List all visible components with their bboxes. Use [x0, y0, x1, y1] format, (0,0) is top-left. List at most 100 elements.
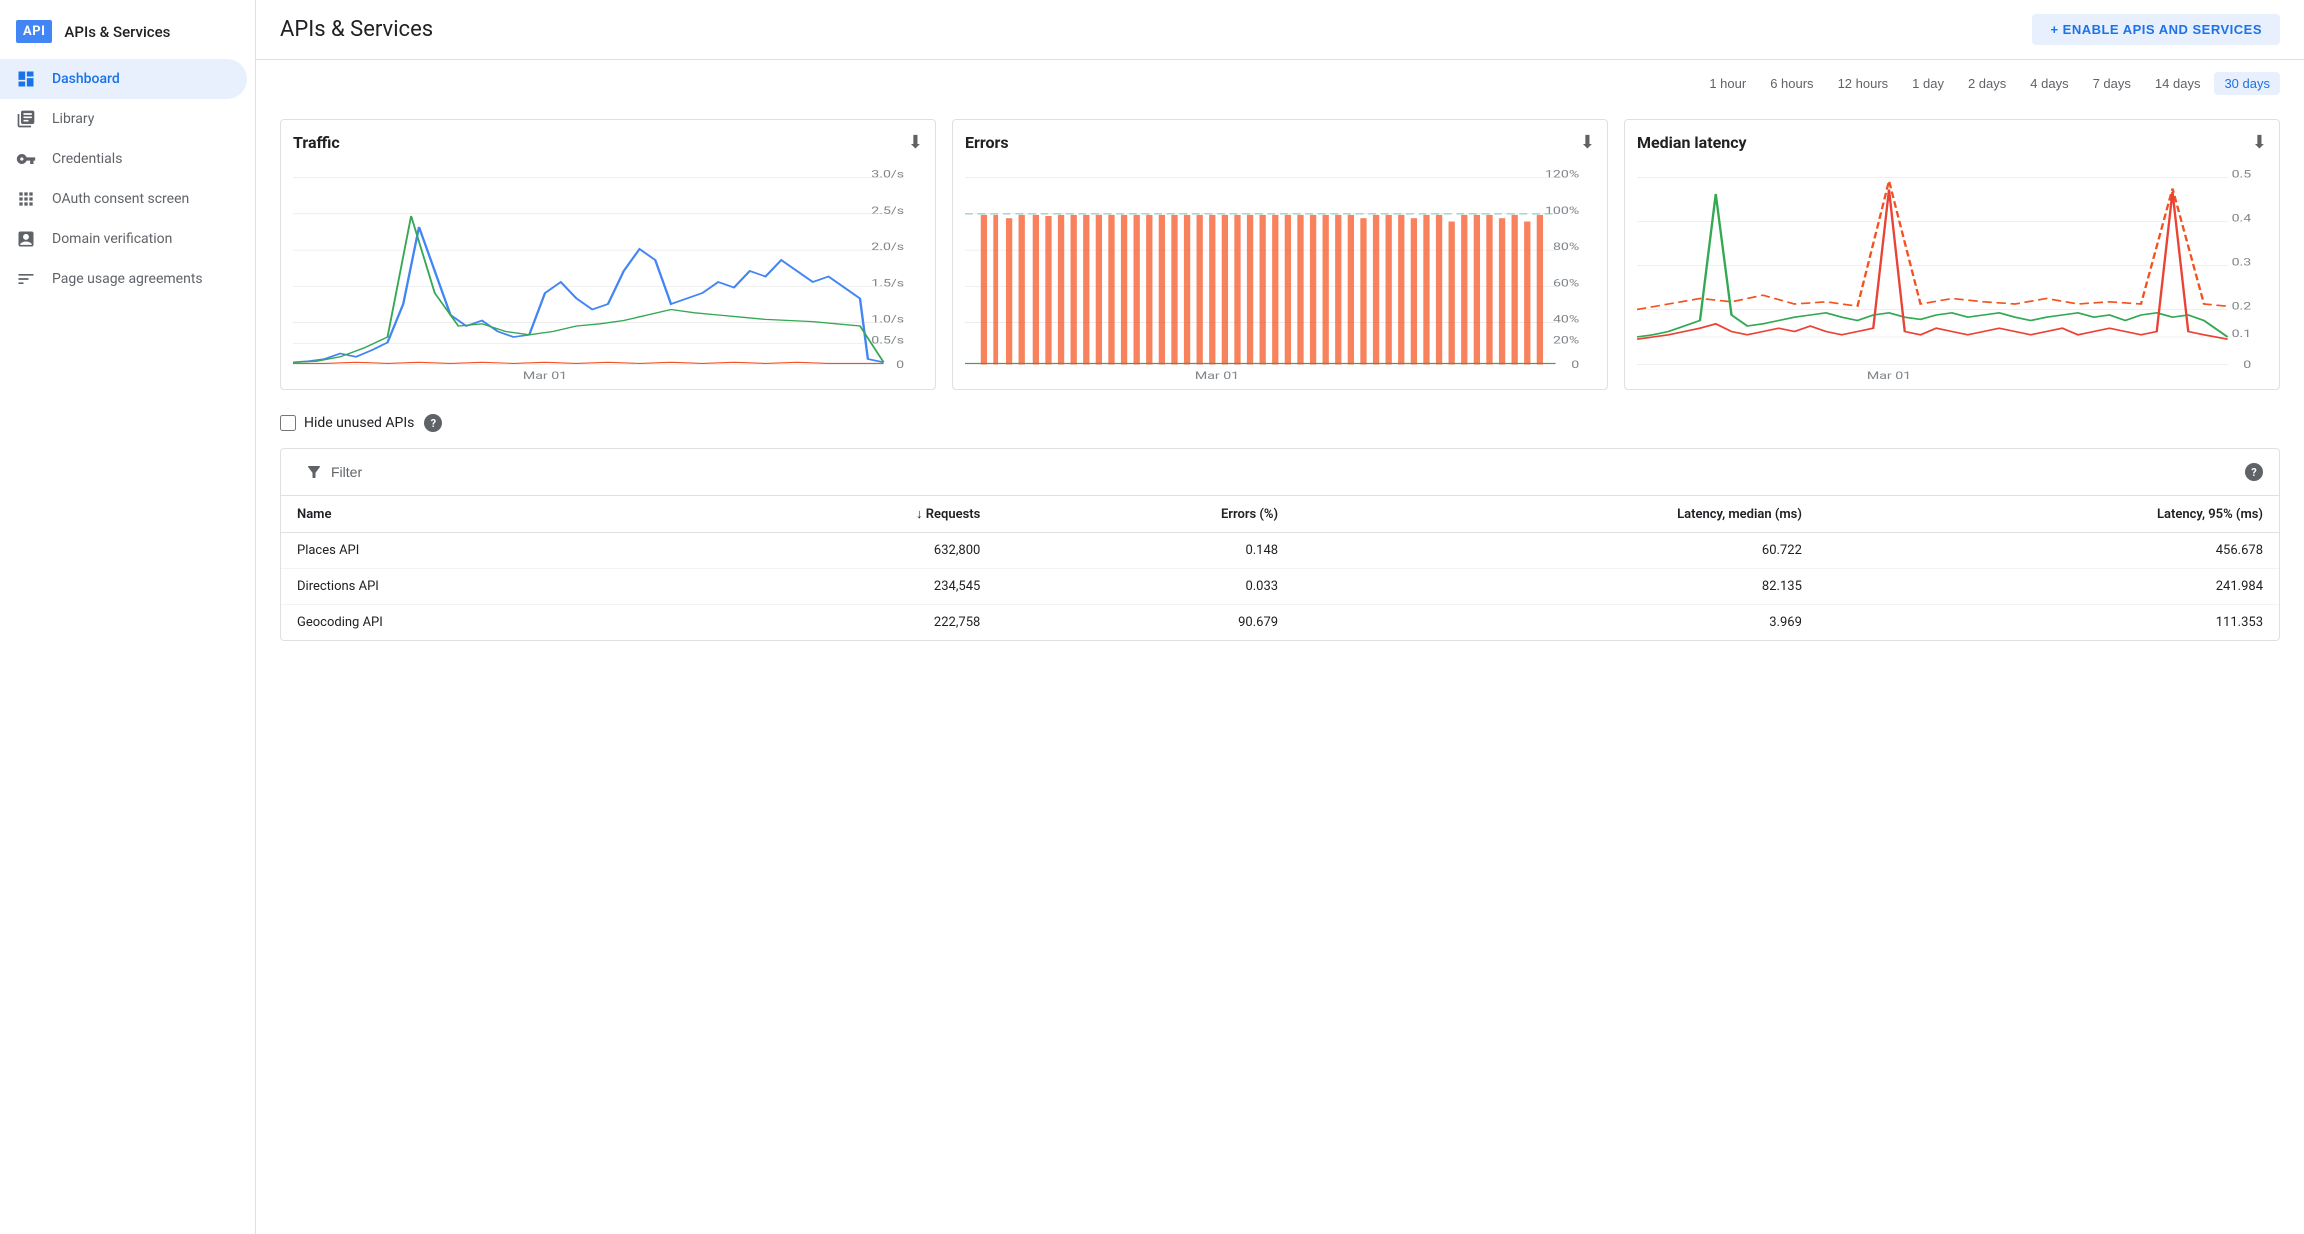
svg-text:Mar 01: Mar 01 — [1195, 370, 1239, 381]
table-row[interactable]: Places API 632,800 0.148 60.722 456.678 — [281, 533, 2279, 569]
errors-chart-svg: 120% 100% 80% 60% 40% 20% 0 — [965, 161, 1595, 381]
filter-icon — [305, 463, 323, 481]
row-name-geocoding: Geocoding API — [281, 605, 675, 641]
sidebar-item-domain[interactable]: Domain verification — [0, 219, 247, 259]
top-bar: APIs & Services + ENABLE APIS AND SERVIC… — [256, 0, 2304, 60]
hide-unused-checkbox[interactable] — [280, 415, 296, 431]
time-btn-14days[interactable]: 14 days — [2145, 72, 2211, 95]
sidebar-label-library: Library — [52, 111, 94, 127]
sidebar-item-dashboard[interactable]: Dashboard — [0, 59, 247, 99]
api-table-body: Places API 632,800 0.148 60.722 456.678 … — [281, 533, 2279, 641]
col-name: Name — [281, 496, 675, 533]
svg-text:2.0/s: 2.0/s — [871, 241, 904, 252]
hide-unused-text: Hide unused APIs — [304, 415, 414, 431]
svg-text:20%: 20% — [1553, 335, 1579, 346]
latency-chart-card: Median latency ⬇ 0.5 0.4 0.3 0.2 0.1 0 — [1624, 119, 2280, 390]
col-errors: Errors (%) — [996, 496, 1294, 533]
col-latency-median: Latency, median (ms) — [1294, 496, 1818, 533]
sidebar-item-credentials[interactable]: Credentials — [0, 139, 247, 179]
page-usage-icon — [16, 269, 36, 289]
traffic-chart-header: Traffic ⬇ — [293, 132, 923, 153]
table-help-icon[interactable]: ? — [2245, 463, 2263, 481]
errors-chart-header: Errors ⬇ — [965, 132, 1595, 153]
api-table-section: Filter ? Name ↓ Requests Errors (%) Late… — [280, 448, 2280, 641]
svg-text:Mar 01: Mar 01 — [1867, 370, 1911, 381]
svg-text:0: 0 — [1571, 359, 1579, 370]
svg-text:0.2: 0.2 — [2232, 301, 2252, 312]
time-btn-7days[interactable]: 7 days — [2083, 72, 2141, 95]
sidebar-item-oauth[interactable]: OAuth consent screen — [0, 179, 247, 219]
traffic-chart-title: Traffic — [293, 133, 340, 152]
time-range-selector: 1 hour 6 hours 12 hours 1 day 2 days 4 d… — [280, 60, 2280, 103]
enable-apis-button[interactable]: + ENABLE APIS AND SERVICES — [2032, 14, 2280, 45]
svg-text:0.4: 0.4 — [2232, 213, 2252, 224]
svg-text:0.3: 0.3 — [2232, 257, 2252, 268]
traffic-download-icon[interactable]: ⬇ — [908, 132, 923, 153]
hide-unused-label[interactable]: Hide unused APIs — [280, 415, 414, 431]
sidebar-label-domain: Domain verification — [52, 231, 172, 247]
api-table: Name ↓ Requests Errors (%) Latency, medi… — [281, 496, 2279, 640]
table-filter-button[interactable]: Filter — [297, 459, 370, 485]
sidebar-title: APIs & Services — [64, 23, 170, 41]
svg-text:0: 0 — [896, 359, 904, 370]
dashboard-icon — [16, 69, 36, 89]
traffic-chart-svg: 3.0/s 2.5/s 2.0/s 1.5/s 1.0/s 0.5/s 0 — [293, 161, 923, 381]
row-requests-geocoding: 222,758 — [675, 605, 997, 641]
row-latency-95-geocoding: 111.353 — [1818, 605, 2279, 641]
time-btn-4days[interactable]: 4 days — [2020, 72, 2078, 95]
col-requests[interactable]: ↓ Requests — [675, 496, 997, 533]
col-latency-95: Latency, 95% (ms) — [1818, 496, 2279, 533]
errors-chart-card: Errors ⬇ 120% 100% 80% 60% 40% 20% 0 — [952, 119, 1608, 390]
svg-text:Mar 01: Mar 01 — [523, 370, 567, 381]
library-icon — [16, 109, 36, 129]
svg-text:100%: 100% — [1545, 205, 1579, 216]
table-row[interactable]: Geocoding API 222,758 90.679 3.969 111.3… — [281, 605, 2279, 641]
svg-text:40%: 40% — [1553, 314, 1579, 325]
svg-text:0.5/s: 0.5/s — [871, 335, 904, 346]
sidebar-item-page-usage[interactable]: Page usage agreements — [0, 259, 247, 299]
content-area: 1 hour 6 hours 12 hours 1 day 2 days 4 d… — [256, 60, 2304, 665]
row-name-directions: Directions API — [281, 569, 675, 605]
row-latency-95-places: 456.678 — [1818, 533, 2279, 569]
page-title: APIs & Services — [280, 17, 2016, 42]
sidebar-nav: Dashboard Library Credentials — [0, 59, 255, 1234]
svg-text:80%: 80% — [1553, 241, 1579, 252]
time-btn-1hour[interactable]: 1 hour — [1699, 72, 1756, 95]
row-errors-geocoding: 90.679 — [996, 605, 1294, 641]
time-btn-30days[interactable]: 30 days — [2214, 72, 2280, 95]
filter-row: Hide unused APIs ? — [280, 414, 2280, 432]
svg-text:60%: 60% — [1553, 277, 1579, 288]
sidebar-label-credentials: Credentials — [52, 151, 122, 167]
row-latency-median-directions: 82.135 — [1294, 569, 1818, 605]
sidebar-header: API APIs & Services — [0, 12, 255, 59]
sidebar-label-oauth: OAuth consent screen — [52, 191, 189, 207]
filter-help-icon[interactable]: ? — [424, 414, 442, 432]
traffic-chart-container: 3.0/s 2.5/s 2.0/s 1.5/s 1.0/s 0.5/s 0 — [293, 161, 923, 381]
sidebar-label-page-usage: Page usage agreements — [52, 271, 203, 287]
svg-text:3.0/s: 3.0/s — [871, 169, 904, 180]
credentials-icon — [16, 149, 36, 169]
row-requests-places: 632,800 — [675, 533, 997, 569]
time-btn-6hours[interactable]: 6 hours — [1760, 72, 1823, 95]
svg-text:0.1: 0.1 — [2232, 328, 2252, 339]
svg-text:2.5/s: 2.5/s — [871, 205, 904, 216]
svg-text:1.0/s: 1.0/s — [871, 314, 904, 325]
table-row[interactable]: Directions API 234,545 0.033 82.135 241.… — [281, 569, 2279, 605]
errors-chart-title: Errors — [965, 133, 1009, 152]
sidebar: API APIs & Services Dashboard Library — [0, 0, 256, 1234]
time-btn-2days[interactable]: 2 days — [1958, 72, 2016, 95]
time-btn-1day[interactable]: 1 day — [1902, 72, 1954, 95]
svg-text:1.5/s: 1.5/s — [871, 277, 904, 288]
svg-text:120%: 120% — [1545, 169, 1579, 180]
table-filter-label: Filter — [331, 464, 362, 480]
row-name-places: Places API — [281, 533, 675, 569]
row-latency-median-geocoding: 3.969 — [1294, 605, 1818, 641]
main-content: APIs & Services + ENABLE APIS AND SERVIC… — [256, 0, 2304, 1234]
latency-download-icon[interactable]: ⬇ — [2252, 132, 2267, 153]
errors-download-icon[interactable]: ⬇ — [1580, 132, 1595, 153]
sidebar-item-library[interactable]: Library — [0, 99, 247, 139]
latency-chart-container: 0.5 0.4 0.3 0.2 0.1 0 — [1637, 161, 2267, 381]
row-latency-95-directions: 241.984 — [1818, 569, 2279, 605]
table-header-row: Name ↓ Requests Errors (%) Latency, medi… — [281, 496, 2279, 533]
time-btn-12hours[interactable]: 12 hours — [1828, 72, 1899, 95]
